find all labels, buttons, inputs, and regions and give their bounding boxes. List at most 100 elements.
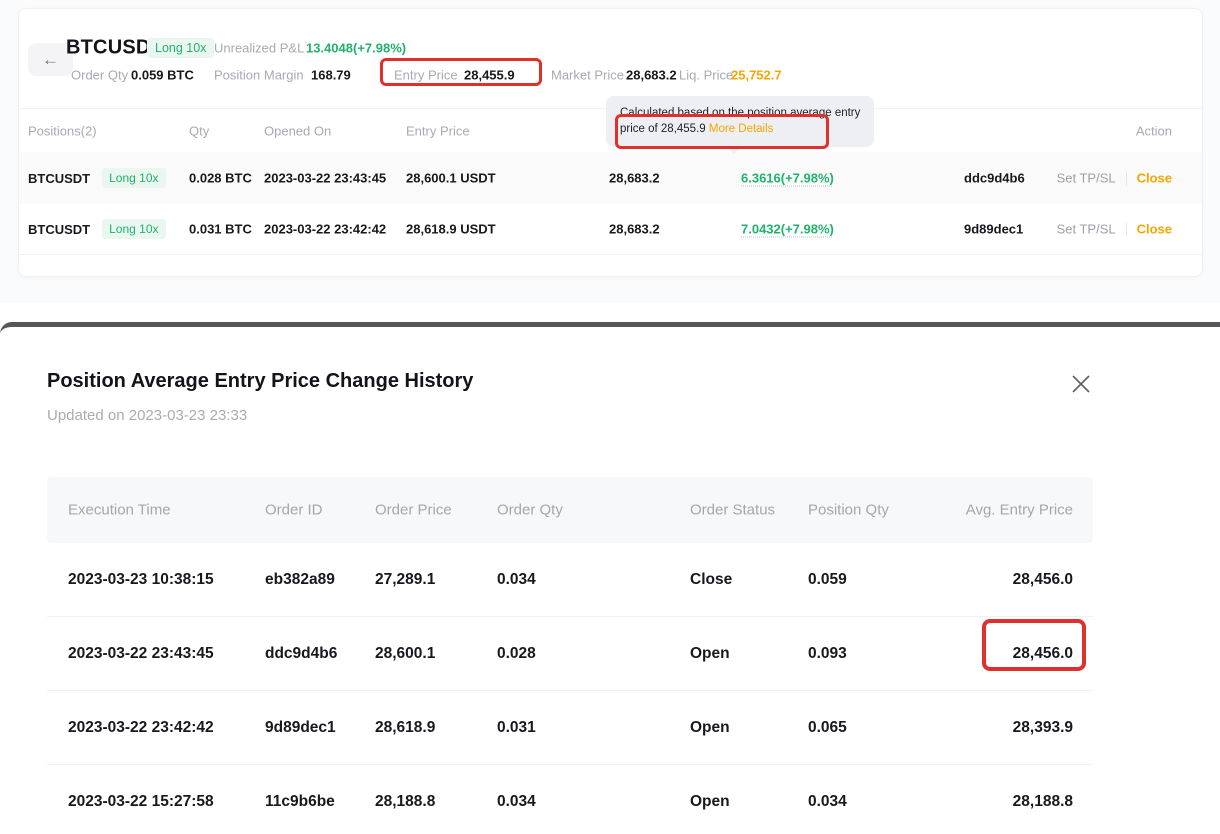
history-row-4: 2023-03-22 15:27:58 11c9b6be 28,188.8 0.… [47, 765, 1093, 834]
history-row-3: 2023-03-22 23:42:42 9d89dec1 28,618.9 0.… [47, 691, 1093, 765]
close-position-button[interactable]: Close [1137, 171, 1172, 186]
action-divider [1126, 222, 1127, 236]
unrealized-pnl-value: 13.4048(+7.98%) [306, 41, 406, 56]
history-row-2: 2023-03-22 23:43:45 ddc9d4b6 28,600.1 0.… [47, 617, 1093, 691]
cell-execution-time: 2023-03-22 23:43:45 [68, 645, 214, 663]
header-order-price: Order Price [375, 502, 452, 519]
header-position-qty: Position Qty [808, 502, 889, 519]
header-execution-time: Execution Time [68, 502, 171, 519]
cell-order-id: 11c9b6be [265, 793, 335, 811]
row-entry-price: 28,600.1 USDT [406, 171, 496, 186]
liq-price-label: Liq. Price [679, 68, 733, 83]
row-market-price: 28,683.2 [609, 222, 660, 237]
row-symbol: BTCUSDT [28, 171, 90, 186]
entry-price-tooltip: Calculated based on the position average… [606, 96, 874, 147]
entry-price-history-modal: Position Average Entry Price Change Hist… [0, 322, 1220, 834]
header-order-qty: Order Qty [497, 502, 563, 519]
cell-avg-entry-price: 28,393.9 [1013, 719, 1073, 737]
row-opened-on: 2023-03-22 23:43:45 [264, 171, 386, 186]
position-header-row: BTCUSDT Long 10x Unrealized P&L 13.4048(… [19, 33, 1202, 63]
cell-execution-time: 2023-03-22 23:42:42 [68, 719, 214, 737]
row-leverage-badge: Long 10x [102, 219, 165, 239]
modal-title: Position Average Entry Price Change Hist… [47, 370, 473, 393]
cell-avg-entry-price: 28,188.8 [1013, 793, 1073, 811]
position-stats-row: Order Qty 0.059 BTC Position Margin 168.… [19, 66, 1202, 84]
cell-position-qty: 0.093 [808, 645, 847, 663]
close-position-button[interactable]: Close [1137, 222, 1172, 237]
order-qty-value: 0.059 BTC [131, 68, 194, 83]
row-symbol-cell: BTCUSDT Long 10x [28, 219, 166, 239]
cell-order-price: 27,289.1 [375, 571, 435, 589]
order-qty-label: Order Qty [71, 68, 128, 83]
market-price-value: 28,683.2 [626, 68, 677, 83]
entry-price-label: Entry Price [394, 68, 458, 83]
modal-close-button[interactable] [1066, 369, 1096, 399]
action-divider [1126, 171, 1127, 185]
row-symbol-cell: BTCUSDT Long 10x [28, 168, 166, 188]
cell-order-qty: 0.034 [497, 571, 536, 589]
row-qty: 0.028 BTC [189, 171, 252, 186]
cell-position-qty: 0.059 [808, 571, 847, 589]
header-order-id: Order ID [265, 502, 323, 519]
header-qty: Qty [189, 123, 209, 138]
cell-order-qty: 0.034 [497, 793, 536, 811]
row-entry-price: 28,618.9 USDT [406, 222, 496, 237]
cell-position-qty: 0.065 [808, 719, 847, 737]
cell-order-status: Open [690, 793, 730, 811]
liq-price-value: 25,752.7 [731, 68, 782, 83]
cell-execution-time: 2023-03-22 15:27:58 [68, 793, 214, 811]
row-actions: Set TP/SL Close [1057, 222, 1172, 237]
cell-order-price: 28,618.9 [375, 719, 435, 737]
cell-order-id: 9d89dec1 [265, 719, 336, 737]
row-leverage-badge: Long 10x [102, 168, 165, 188]
entry-price-value: 28,455.9 [464, 68, 515, 83]
tooltip-arrow [726, 146, 742, 154]
cell-position-qty: 0.034 [808, 793, 847, 811]
header-opened-on: Opened On [264, 123, 331, 138]
cell-order-id: ddc9d4b6 [265, 645, 337, 663]
cell-avg-entry-price: 28,456.0 [1013, 571, 1073, 589]
cell-order-qty: 0.028 [497, 645, 536, 663]
row-unrealized-pnl[interactable]: 6.3616(+7.98%) [741, 171, 834, 186]
header-avg-entry-price: Avg. Entry Price [966, 502, 1073, 519]
leverage-badge: Long 10x [147, 38, 214, 58]
header-action: Action [1136, 123, 1172, 138]
position-row-1: BTCUSDT Long 10x 0.028 BTC 2023-03-22 23… [19, 152, 1202, 204]
cell-order-price: 28,600.1 [375, 645, 435, 663]
cell-order-price: 28,188.8 [375, 793, 435, 811]
header-entry-price: Entry Price [406, 123, 470, 138]
cell-order-qty: 0.031 [497, 719, 536, 737]
row-qty: 0.031 BTC [189, 222, 252, 237]
cell-avg-entry-price: 28,456.0 [1013, 645, 1073, 663]
set-tpsl-button[interactable]: Set TP/SL [1057, 171, 1116, 186]
row-symbol: BTCUSDT [28, 222, 90, 237]
tooltip-line-2: price of 28,455.9 More Details [620, 121, 860, 137]
tooltip-line-2-text: price of 28,455.9 [620, 123, 709, 135]
cell-order-id: eb382a89 [265, 571, 335, 589]
row-order-id: ddc9d4b6 [964, 171, 1025, 186]
history-table-header: Execution Time Order ID Order Price Orde… [47, 477, 1093, 543]
history-table: Execution Time Order ID Order Price Orde… [47, 477, 1093, 834]
row-market-price: 28,683.2 [609, 171, 660, 186]
position-row-2: BTCUSDT Long 10x 0.031 BTC 2023-03-22 23… [19, 204, 1202, 255]
modal-updated-timestamp: Updated on 2023-03-23 23:33 [47, 407, 247, 424]
close-icon [1070, 373, 1092, 395]
row-actions: Set TP/SL Close [1057, 171, 1172, 186]
cell-execution-time: 2023-03-23 10:38:15 [68, 571, 214, 589]
cell-order-status: Open [690, 719, 730, 737]
set-tpsl-button[interactable]: Set TP/SL [1057, 222, 1116, 237]
header-order-status: Order Status [690, 502, 775, 519]
more-details-link[interactable]: More Details [709, 123, 774, 135]
market-price-label: Market Price [551, 68, 624, 83]
history-row-1: 2023-03-23 10:38:15 eb382a89 27,289.1 0.… [47, 543, 1093, 617]
position-margin-label: Position Margin [214, 68, 304, 83]
page-gap-strip [0, 303, 1220, 322]
row-unrealized-pnl[interactable]: 7.0432(+7.98%) [741, 222, 834, 237]
cell-order-status: Open [690, 645, 730, 663]
position-margin-value: 168.79 [311, 68, 351, 83]
header-positions: Positions(2) [28, 123, 97, 138]
row-opened-on: 2023-03-22 23:42:42 [264, 222, 386, 237]
unrealized-pnl-label: Unrealized P&L [214, 41, 304, 56]
tooltip-line-1: Calculated based on the position average… [620, 105, 860, 121]
cell-order-status: Close [690, 571, 732, 589]
